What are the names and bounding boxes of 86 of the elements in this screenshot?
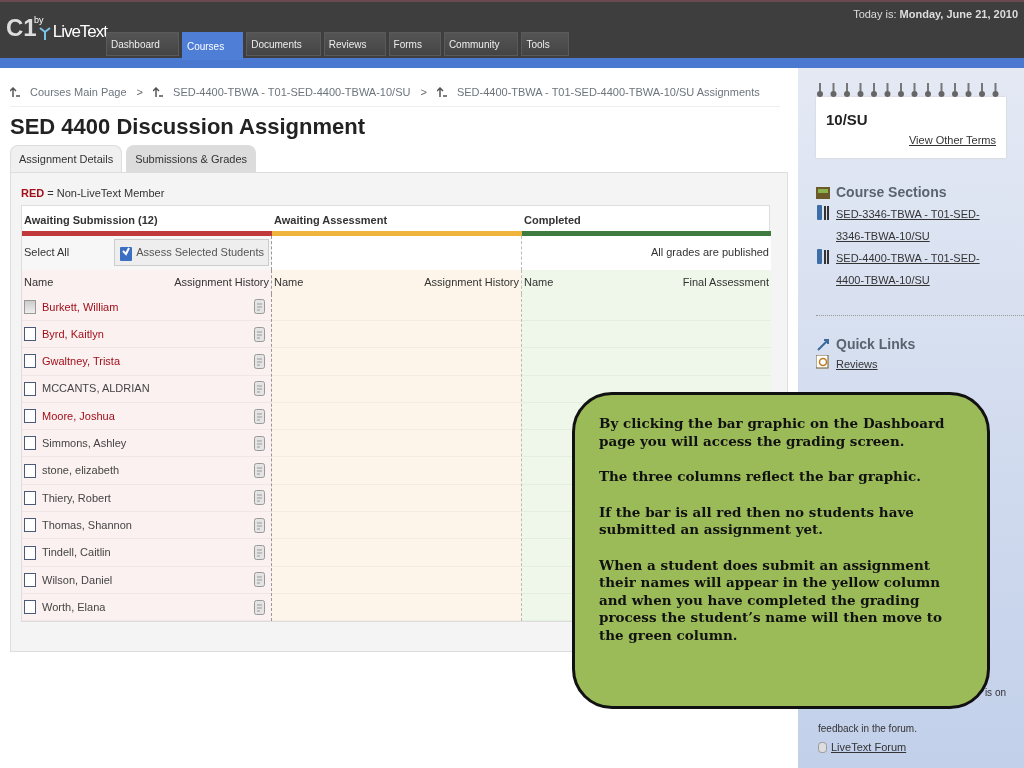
checkbox[interactable] [24, 490, 36, 505]
checkbox[interactable] [24, 327, 36, 342]
column-label: Name [524, 274, 554, 290]
books-icon [816, 247, 830, 266]
checkbox[interactable] [24, 572, 36, 587]
assess-button[interactable]: Assess Selected Students [114, 239, 269, 266]
status-text: All grades are published [650, 245, 769, 261]
column-label: Name [24, 274, 54, 290]
document-icon [254, 463, 265, 479]
forum-link[interactable]: LiveText Forum [831, 738, 907, 757]
checkbox[interactable] [24, 545, 36, 560]
checkbox[interactable] [24, 381, 36, 396]
nav-tab[interactable]: Forms [388, 32, 441, 56]
page-title: SED 4400 Discussion Assignment [10, 114, 366, 139]
nav-tab[interactable]: Tools [521, 32, 569, 56]
quick-link[interactable]: Reviews [836, 355, 878, 374]
breadcrumb-link[interactable]: Courses Main Page [30, 84, 127, 101]
book-icon [816, 186, 830, 199]
nav-tab[interactable]: Community [443, 32, 519, 56]
breadcrumb-link[interactable]: SED-4400-TBWA - T01-SED-4400-TBWA-10/SU [173, 84, 411, 101]
callout-text: By clicking the bar graphic on the Dashboard page you will access the grading screen. [599, 415, 946, 451]
document-icon [254, 408, 265, 424]
document-icon [254, 353, 265, 369]
nav-tab[interactable]: Reviews [323, 32, 386, 56]
checkbox[interactable] [24, 354, 36, 369]
checkbox[interactable] [24, 409, 36, 423]
student-name: Wilson, Daniel [42, 572, 113, 588]
document-icon [254, 299, 265, 315]
callout-text: The three columns reflect the bar graphic. [599, 468, 922, 486]
checkbox[interactable] [24, 600, 36, 615]
checkbox[interactable] [24, 518, 36, 533]
nav-tab[interactable]: Documents [246, 32, 321, 56]
separator: > [136, 85, 144, 100]
column-label: Name [274, 274, 304, 290]
term-label: 10/SU [826, 110, 869, 131]
student-name: Gwaltney, Trista [42, 354, 121, 370]
document-icon [254, 326, 265, 342]
student-name: Simmons, Ashley [42, 436, 127, 452]
student-name: stone, elizabeth [42, 463, 120, 479]
breadcrumb-link[interactable]: SED-4400-TBWA - T01-SED-4400-TBWA-10/SU Assignments [456, 84, 760, 101]
document-icon [254, 381, 265, 397]
feedback-text: is on [983, 686, 1007, 700]
student-name: Burkett, William [42, 299, 119, 315]
document-icon [254, 435, 265, 451]
student-name: MCCANTS, ALDRIAN [42, 381, 150, 397]
checkbox[interactable] [24, 436, 36, 451]
logo-text: by [34, 14, 44, 25]
view-terms-link[interactable]: View Other Terms [909, 133, 996, 146]
books-icon [816, 203, 830, 222]
column-label: Final Assessment [682, 274, 769, 290]
student-name: Tindell, Caitlin [42, 545, 111, 561]
student-name: Thiery, Robert [42, 490, 111, 506]
document-icon [254, 545, 265, 560]
document-icon [254, 599, 265, 615]
section-title: Quick Links [836, 335, 916, 355]
nav-tab[interactable]: Courses [181, 32, 244, 60]
student-name: Worth, Elana [42, 599, 106, 615]
select-all-link[interactable]: Select All [24, 244, 70, 261]
logo-text: LiveText [52, 23, 108, 40]
section-title: Course Sections [836, 183, 947, 203]
tab[interactable]: Assignment Details [10, 144, 123, 173]
arrow-up-icon [10, 87, 20, 98]
sprout-icon [38, 26, 51, 40]
separator: > [420, 85, 427, 100]
nav-tab[interactable]: Dashboard [106, 32, 179, 56]
column-label: Assignment History [174, 274, 269, 290]
section-link[interactable]: SED-3346-TBWA - T01-SED-3346-TBWA-10/SU [836, 203, 1006, 248]
student-name: Thomas, Shannon [42, 517, 132, 533]
document-icon [254, 572, 265, 588]
callout-text: If the bar is all red then no students have submitted an assignment yet. [599, 503, 915, 539]
bullet-icon [818, 742, 827, 753]
date-text: Today is: Monday, June 21, 2010 [853, 7, 1018, 22]
student-name: Moore, Joshua [42, 408, 115, 424]
tab[interactable]: Submissions & Grades [126, 144, 257, 173]
feedback-text: feedback in the forum. [818, 722, 918, 736]
arrow-up-icon [153, 87, 164, 98]
document-icon [254, 517, 265, 533]
section-link[interactable]: SED-4400-TBWA - T01-SED-4400-TBWA-10/SU [836, 247, 1006, 292]
legend-text: RED = Non-LiveText Member [21, 186, 166, 202]
student-name: Byrd, Kaitlyn [42, 326, 104, 342]
column-label: Assignment History [424, 274, 519, 290]
callout-text: When a student does submit an assignment their names will appear in the yellow column and when you have completed the grading process the student’s name will then move to the green column. [599, 556, 943, 645]
arrow-up-icon [436, 87, 447, 98]
document-icon [254, 490, 265, 506]
checkbox[interactable] [24, 463, 36, 478]
link-icon [816, 337, 830, 352]
